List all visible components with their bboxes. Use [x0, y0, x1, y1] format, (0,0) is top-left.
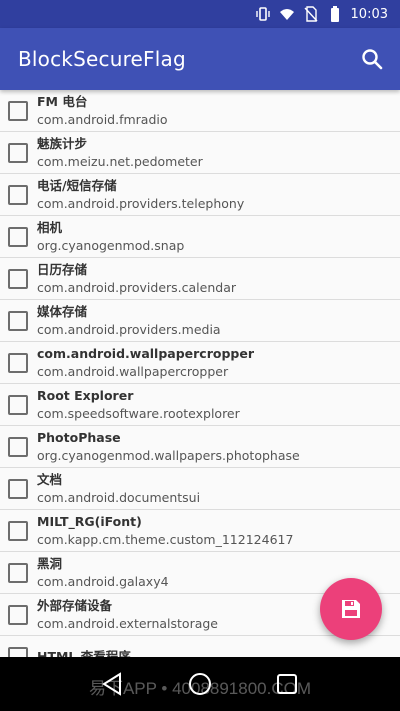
vibrate-icon [255, 6, 271, 22]
app-package: com.speedsoftware.rootexplorer [37, 405, 240, 421]
list-item-text: FM 电台 com.android.fmradio [37, 93, 168, 129]
app-package: com.android.fmradio [37, 111, 168, 127]
app-name: FM 电台 [37, 93, 88, 109]
app-checkbox[interactable] [8, 394, 28, 415]
list-item-text: Root Explorer com.speedsoftware.rootexplo… [37, 387, 240, 423]
app-checkbox[interactable] [8, 184, 28, 205]
list-item-text: 文档 com.android.documentsui [37, 471, 200, 507]
status-bar: 10:03 [0, 0, 400, 28]
back-button[interactable] [98, 669, 128, 699]
app-bar: BlockSecureFlag [0, 28, 400, 90]
app-package: com.android.documentsui [37, 489, 201, 505]
app-package: com.android.providers.calendar [37, 279, 236, 295]
list-item[interactable]: 电话/短信存储 com.android.providers.telephony [0, 174, 400, 216]
app-package: com.android.providers.media [37, 321, 221, 337]
app-checkbox[interactable] [8, 478, 28, 499]
app-checkbox[interactable] [8, 100, 28, 121]
app-checkbox[interactable] [8, 436, 28, 457]
app-name: PhotoPhase [37, 429, 121, 445]
list-item[interactable]: 媒体存储 com.android.providers.media [0, 300, 400, 342]
app-checkbox[interactable] [8, 520, 28, 541]
app-package: org.cyanogenmod.wallpapers.photophase [37, 447, 300, 463]
app-package: com.android.galaxy4 [37, 573, 169, 589]
list-item-text: MILT_RG(iFont) com.kapp.cm.theme.custom_1… [37, 513, 293, 549]
search-button[interactable] [358, 45, 386, 73]
app-package: com.android.providers.telephony [37, 195, 245, 211]
list-item-text: HTML 查看程序 [37, 648, 131, 657]
list-item-text: 日历存储 com.android.providers.calendar [37, 261, 236, 297]
app-name: 媒体存储 [37, 303, 88, 319]
battery-icon [327, 6, 343, 22]
list-item[interactable]: 文档 com.android.documentsui [0, 468, 400, 510]
app-checkbox[interactable] [8, 646, 28, 657]
app-checkbox[interactable] [8, 226, 28, 247]
app-package: org.cyanogenmod.snap [37, 237, 185, 253]
list-item-text: com.android.wallpapercropper com.android.… [37, 345, 254, 381]
list-item[interactable]: PhotoPhase org.cyanogenmod.wallpapers.pho… [0, 426, 400, 468]
save-fab-button[interactable] [320, 578, 382, 640]
list-item[interactable]: FM 电台 com.android.fmradio [0, 90, 400, 132]
recents-button[interactable] [272, 669, 302, 699]
list-item-text: 相机 org.cyanogenmod.snap [37, 219, 184, 255]
app-package: com.meizu.net.pedometer [37, 153, 203, 169]
list-item-text: 黑洞 com.android.galaxy4 [37, 555, 169, 591]
app-checkbox[interactable] [8, 142, 28, 163]
list-item-text: PhotoPhase org.cyanogenmod.wallpapers.pho… [37, 429, 300, 465]
app-package: com.android.wallpapercropper [37, 363, 229, 379]
app-list[interactable]: FM 电台 com.android.fmradio 魅族计步 com.meizu.ne… [0, 90, 400, 657]
list-item[interactable]: com.android.wallpapercropper com.android.… [0, 342, 400, 384]
back-icon [102, 672, 122, 696]
list-item[interactable]: HTML 查看程序 [0, 636, 400, 657]
app-name: Root Explorer [37, 387, 134, 403]
app-name: 相机 [37, 219, 63, 235]
app-checkbox[interactable] [8, 604, 28, 625]
app-name: MILT_RG(iFont) [37, 513, 142, 529]
list-item[interactable]: 相机 org.cyanogenmod.snap [0, 216, 400, 258]
status-time: 10:03 [350, 6, 388, 22]
home-icon [188, 673, 211, 695]
list-item[interactable]: 魅族计步 com.meizu.net.pedometer [0, 132, 400, 174]
save-icon [342, 600, 360, 618]
app-title: BlockSecureFlag [18, 47, 186, 71]
home-button[interactable] [185, 669, 215, 699]
app-package: com.android.externalstorage [37, 615, 218, 631]
list-item[interactable]: 日历存储 com.android.providers.calendar [0, 258, 400, 300]
app-name: 日历存储 [37, 261, 88, 277]
list-item-text: 魅族计步 com.meizu.net.pedometer [37, 135, 203, 171]
app-checkbox[interactable] [8, 562, 28, 583]
app-package: com.kapp.cm.theme.custom_112124617 [37, 531, 294, 547]
app-checkbox[interactable] [8, 352, 28, 373]
app-checkbox[interactable] [8, 310, 28, 331]
app-checkbox[interactable] [8, 268, 28, 289]
app-name: 文档 [37, 471, 63, 487]
app-name: 外部存储设备 [37, 597, 113, 613]
list-item-text: 外部存储设备 com.android.externalstorage [37, 597, 218, 633]
app-name: com.android.wallpapercropper [37, 345, 255, 361]
app-name: 黑洞 [37, 555, 63, 571]
no-sim-icon [303, 6, 319, 22]
app-name: 电话/短信存储 [37, 177, 117, 193]
search-icon [362, 49, 383, 70]
app-name: 魅族计步 [37, 135, 88, 151]
list-item-text: 电话/短信存储 com.android.providers.telephony [37, 177, 244, 213]
navigation-bar [0, 657, 400, 711]
list-item[interactable]: MILT_RG(iFont) com.kapp.cm.theme.custom_1… [0, 510, 400, 552]
recents-icon [276, 674, 297, 694]
list-item-text: 媒体存储 com.android.providers.media [37, 303, 221, 339]
wifi-icon [279, 6, 295, 22]
app-name: HTML 查看程序 [37, 649, 131, 657]
list-item[interactable]: Root Explorer com.speedsoftware.rootexplo… [0, 384, 400, 426]
